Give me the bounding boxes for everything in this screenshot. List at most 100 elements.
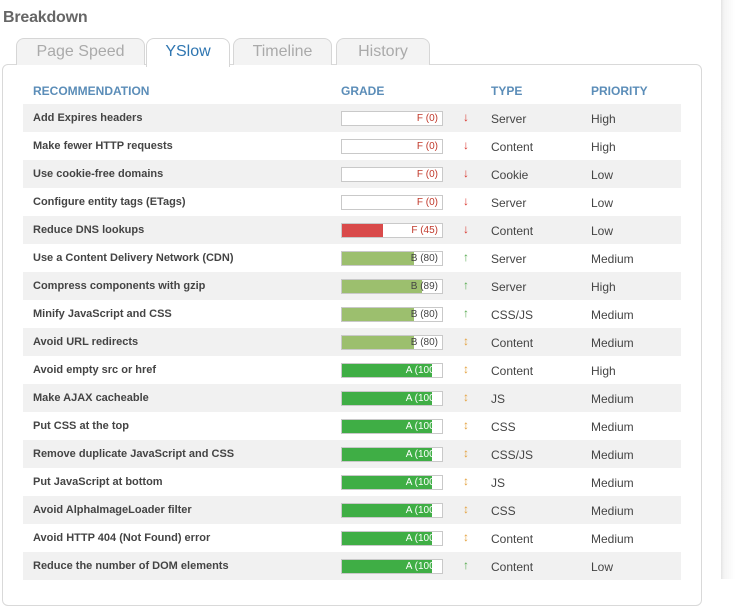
arrow-up-icon: ↑ xyxy=(463,306,469,320)
table-row[interactable]: Avoid empty src or href A (100) ↕ Content Hi… xyxy=(23,356,681,384)
grade-bar: A (100) xyxy=(341,363,443,378)
grade-bar-fill xyxy=(342,336,414,349)
grade-label: F (45) xyxy=(411,225,438,236)
priority-label: Medium xyxy=(591,308,634,322)
grade-bar-fill xyxy=(342,252,414,265)
table-row[interactable]: Use cookie-free domains F (0) ↓ Cookie Low xyxy=(23,160,681,188)
grade-label: B (80) xyxy=(410,309,438,320)
priority-label: Low xyxy=(591,224,614,238)
grade-label: F (0) xyxy=(416,197,438,208)
column-header-recommendation[interactable]: RECOMMENDATION xyxy=(33,84,149,98)
arrow-down-icon: ↓ xyxy=(463,222,469,236)
type-label: Content xyxy=(491,560,534,574)
table-row[interactable]: Make AJAX cacheable A (100) ↕ JS Medium xyxy=(23,384,681,412)
grade-label: A (100) xyxy=(405,477,438,488)
type-label: Content xyxy=(491,336,534,350)
priority-label: High xyxy=(591,280,616,294)
table-row[interactable]: Reduce the number of DOM elements A (100)… xyxy=(23,552,681,580)
table-row[interactable]: Compress components with gzip B (89) ↑ Serv… xyxy=(23,272,681,300)
grade-bar: A (100) xyxy=(341,559,443,574)
column-header-priority[interactable]: PRIORITY xyxy=(591,84,648,98)
column-header-type[interactable]: TYPE xyxy=(491,84,522,98)
grade-bar: F (0) xyxy=(341,167,443,182)
type-label: Content xyxy=(491,364,534,378)
tab-page-speed[interactable]: Page Speed xyxy=(16,38,145,65)
arrow-up-down-icon: ↕ xyxy=(463,502,469,516)
type-label: CSS xyxy=(491,504,516,518)
grade-bar: B (80) xyxy=(341,335,443,350)
grade-bar: B (80) xyxy=(341,307,443,322)
grade-label: F (0) xyxy=(416,113,438,124)
arrow-up-icon: ↑ xyxy=(463,250,469,264)
type-label: Cookie xyxy=(491,168,529,182)
table-row[interactable]: Add Expires headers F (0) ↓ Server High xyxy=(23,104,681,132)
arrow-down-icon: ↓ xyxy=(463,194,469,208)
table-row[interactable]: Configure entity tags (ETags) F (0) ↓ Serve… xyxy=(23,188,681,216)
grade-bar-fill xyxy=(342,308,414,321)
arrow-down-icon: ↓ xyxy=(463,166,469,180)
recommendation-label: Make fewer HTTP requests xyxy=(33,140,173,152)
column-header-grade[interactable]: GRADE xyxy=(341,84,384,98)
type-label: CSS/JS xyxy=(491,308,534,322)
priority-label: Medium xyxy=(591,504,634,518)
priority-label: Low xyxy=(591,168,614,182)
grade-label: F (0) xyxy=(416,169,438,180)
table-row[interactable]: Avoid URL redirects B (80) ↕ Content Medium xyxy=(23,328,681,356)
arrow-up-down-icon: ↕ xyxy=(463,418,469,432)
recommendation-label: Use a Content Delivery Network (CDN) xyxy=(33,252,234,264)
priority-label: Medium xyxy=(591,252,634,266)
grade-bar: F (0) xyxy=(341,195,443,210)
grade-bar: F (0) xyxy=(341,139,443,154)
type-label: Content xyxy=(491,224,534,238)
priority-label: High xyxy=(591,112,616,126)
table-header: RECOMMENDATION GRADE TYPE PRIORITY xyxy=(33,84,683,100)
recommendation-table: Add Expires headers F (0) ↓ Server High Make … xyxy=(23,104,681,580)
tab-timeline[interactable]: Timeline xyxy=(233,38,332,65)
table-row[interactable]: Avoid HTTP 404 (Not Found) error A (100) ↕… xyxy=(23,524,681,552)
recommendation-label: Configure entity tags (ETags) xyxy=(33,196,186,208)
tab-history[interactable]: History xyxy=(336,38,430,65)
priority-label: Medium xyxy=(591,420,634,434)
table-row[interactable]: Put CSS at the top A (100) ↕ CSS Medium xyxy=(23,412,681,440)
page-right-edge xyxy=(721,0,754,579)
priority-label: Medium xyxy=(591,448,634,462)
recommendation-label: Make AJAX cacheable xyxy=(33,392,149,404)
grade-bar: A (100) xyxy=(341,503,443,518)
recommendation-label: Minify JavaScript and CSS xyxy=(33,308,172,320)
table-row[interactable]: Minify JavaScript and CSS B (80) ↑ CSS/JS Me… xyxy=(23,300,681,328)
arrow-up-down-icon: ↕ xyxy=(463,334,469,348)
page-title: Breakdown xyxy=(3,9,88,26)
priority-label: Low xyxy=(591,196,614,210)
table-row[interactable]: Remove duplicate JavaScript and CSS A (10… xyxy=(23,440,681,468)
recommendation-label: Avoid AlphaImageLoader filter xyxy=(33,504,192,516)
table-row[interactable]: Make fewer HTTP requests F (0) ↓ Content Hig… xyxy=(23,132,681,160)
type-label: Server xyxy=(491,112,527,126)
grade-label: F (0) xyxy=(416,141,438,152)
type-label: Server xyxy=(491,196,527,210)
recommendation-label: Put CSS at the top xyxy=(33,420,129,432)
arrow-down-icon: ↓ xyxy=(463,110,469,124)
recommendation-label: Avoid URL redirects xyxy=(33,336,139,348)
grade-label: A (100) xyxy=(405,449,438,460)
grade-bar: A (100) xyxy=(341,419,443,434)
recommendation-label: Avoid empty src or href xyxy=(33,364,157,376)
recommendation-label: Reduce the number of DOM elements xyxy=(33,560,229,572)
grade-label: A (100) xyxy=(405,421,438,432)
type-label: Server xyxy=(491,280,527,294)
recommendation-label: Add Expires headers xyxy=(33,112,143,124)
grade-label: A (100) xyxy=(405,533,438,544)
grade-bar: A (100) xyxy=(341,447,443,462)
table-row[interactable]: Reduce DNS lookups F (45) ↓ Content Low xyxy=(23,216,681,244)
recommendation-label: Reduce DNS lookups xyxy=(33,224,145,236)
table-row[interactable]: Avoid AlphaImageLoader filter A (100) ↕ CSS… xyxy=(23,496,681,524)
tab-yslow[interactable]: YSlow xyxy=(146,38,230,67)
table-row[interactable]: Put JavaScript at bottom A (100) ↕ JS Medium xyxy=(23,468,681,496)
grade-label: A (100) xyxy=(405,365,438,376)
table-row[interactable]: Use a Content Delivery Network (CDN) B (8… xyxy=(23,244,681,272)
recommendation-label: Compress components with gzip xyxy=(33,280,206,292)
grade-label: A (100) xyxy=(405,393,438,404)
type-label: CSS/JS xyxy=(491,448,534,462)
grade-bar: A (100) xyxy=(341,531,443,546)
grade-bar: B (80) xyxy=(341,251,443,266)
grade-bar: B (89) xyxy=(341,279,443,294)
